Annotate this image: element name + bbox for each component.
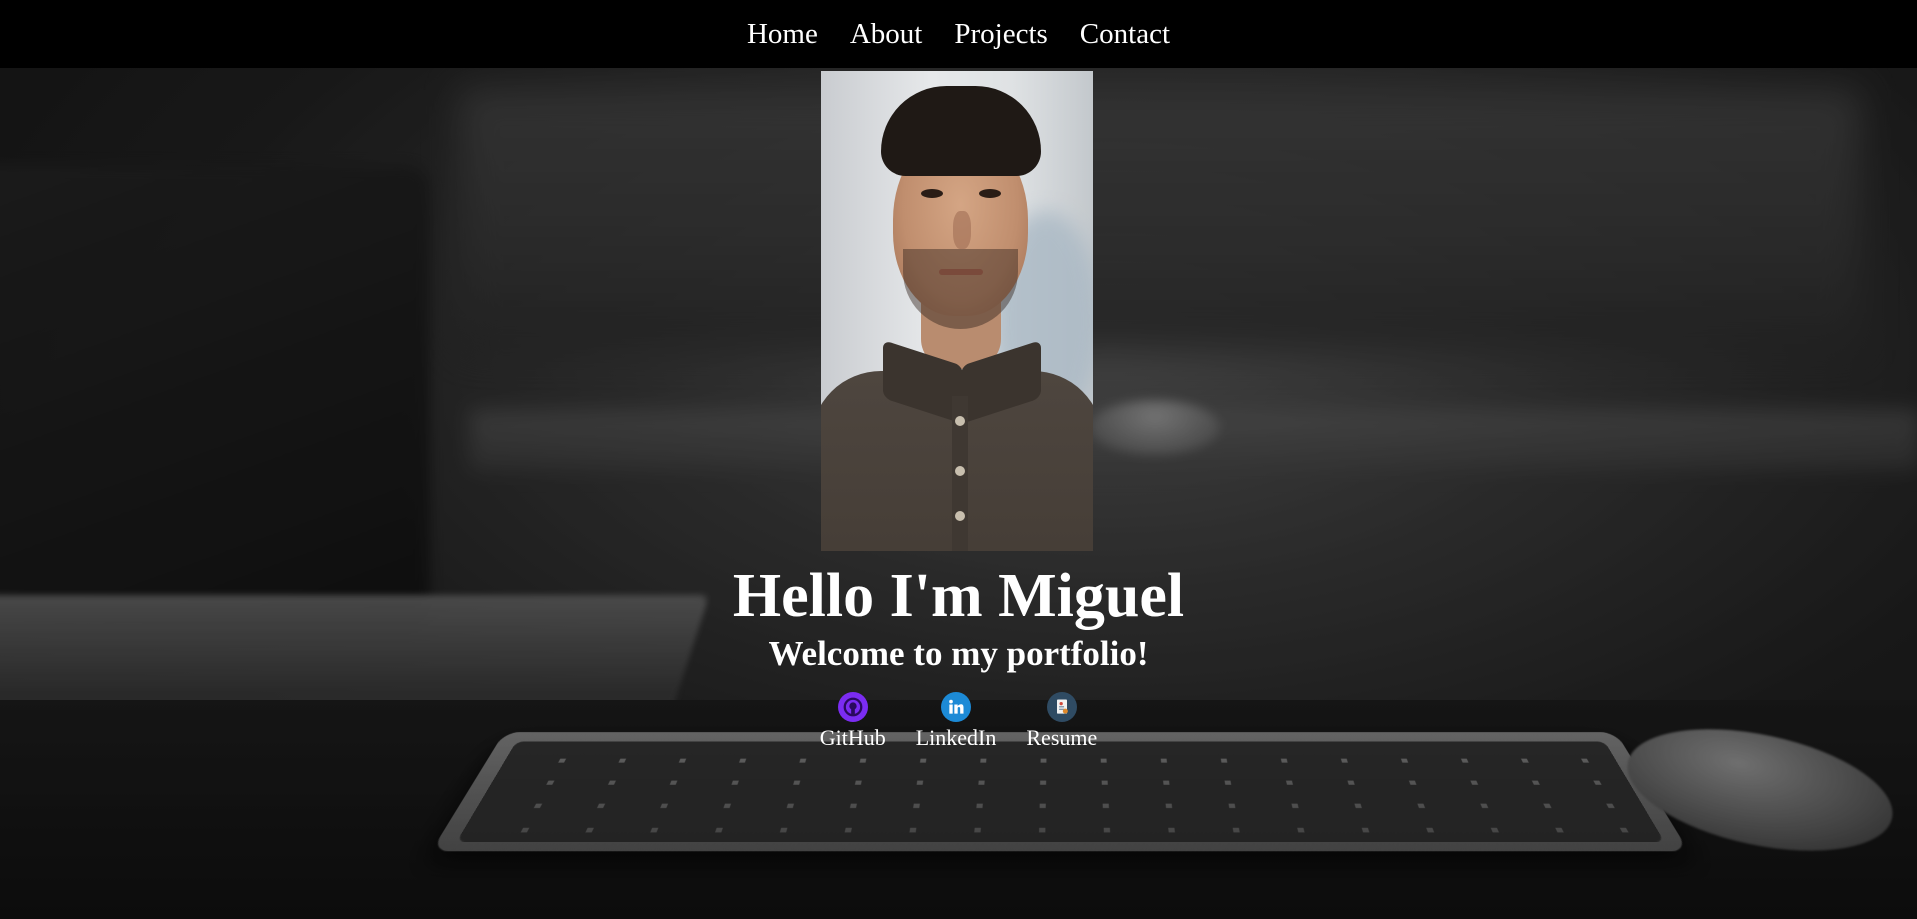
hero-subtitle: Welcome to my portfolio!	[768, 634, 1149, 673]
nav-contact-link[interactable]: Contact	[1080, 19, 1170, 49]
github-icon[interactable]	[837, 692, 868, 722]
linkedin-label: LinkedIn	[915, 725, 997, 750]
resume-icon[interactable]	[1046, 692, 1077, 722]
hero-section: Hello I'm Miguel Welcome to my portfolio…	[0, 560, 1917, 676]
hero-title: Hello I'm Miguel	[732, 562, 1185, 630]
resume-link[interactable]: Resume	[1026, 692, 1097, 751]
profile-photo	[821, 71, 1093, 551]
resume-label: Resume	[1026, 725, 1098, 750]
github-label: GitHub	[819, 725, 886, 750]
nav-projects-link[interactable]: Projects	[954, 19, 1047, 49]
github-link[interactable]: GitHub	[820, 692, 886, 751]
linkedin-link[interactable]: LinkedIn	[915, 692, 997, 751]
top-nav: Home About Projects Contact	[0, 0, 1917, 68]
nav-home-link[interactable]: Home	[747, 19, 818, 49]
portfolio-page: Home About Projects Contact Hello I'm Mi…	[0, 0, 1917, 919]
linkedin-icon[interactable]	[941, 692, 972, 722]
social-links: GitHub LinkedIn Resume	[0, 692, 1917, 751]
nav-about-link[interactable]: About	[850, 19, 923, 49]
